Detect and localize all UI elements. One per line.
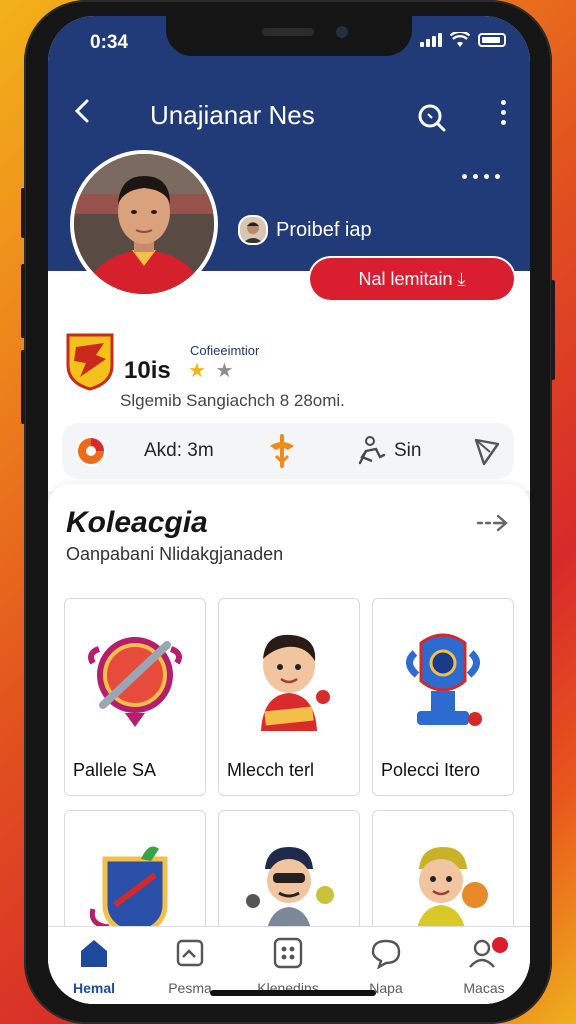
profile-options-icon[interactable] (462, 174, 500, 179)
stat-sin[interactable]: Sin (356, 435, 421, 467)
stats-bar: Akd: 3m Sin (62, 423, 514, 479)
chat-icon (371, 939, 401, 970)
flame-icon (76, 436, 106, 466)
rating-stars: ★ ★ (188, 358, 235, 383)
collection-item[interactable]: Polecci Itero (372, 598, 514, 796)
collection-title: Koleacgia (66, 506, 208, 539)
stat-share[interactable] (472, 436, 502, 466)
back-arrow-icon[interactable] (68, 96, 98, 126)
volume-down-button (21, 350, 25, 424)
battery-icon (478, 33, 506, 47)
more-menu-icon[interactable] (501, 100, 506, 125)
collection-item[interactable]: Pallele SA (64, 598, 206, 796)
collection-item[interactable]: Mlecch terl (218, 598, 360, 796)
club-crest-icon (66, 333, 114, 391)
card-icon (176, 939, 204, 967)
shield-emblem-icon (88, 637, 182, 727)
nav-pesma[interactable]: Pesma (150, 937, 230, 996)
stat-training[interactable] (266, 434, 298, 468)
player-portrait (74, 154, 214, 294)
search-icon[interactable] (416, 102, 448, 139)
stat-activity[interactable]: Akd: 3m (74, 434, 214, 468)
player-figure-icon (261, 634, 330, 731)
category-label: Cofieeimtior (190, 343, 260, 358)
share-icon (474, 438, 500, 466)
collection-item-label: Polecci Itero (381, 760, 481, 780)
figure-icon (358, 436, 386, 465)
notification-badge-icon (492, 937, 508, 953)
stat-sin-label: Sin (394, 440, 422, 461)
arrow-right-icon[interactable] (476, 512, 510, 540)
nav-home-label: Hemal (72, 980, 116, 996)
home-icon (81, 940, 107, 967)
notch (166, 16, 412, 56)
collection-subtitle: Oanpabani Nlidakgjanaden (66, 544, 284, 564)
top-bar: Unajianar Nes (48, 88, 530, 138)
profile-avatar[interactable] (70, 150, 218, 298)
home-indicator (210, 990, 376, 996)
whistle-icon (270, 434, 294, 468)
volume-up-button (21, 264, 25, 338)
collection-item-label: Pallele SA (73, 760, 157, 780)
nav-macas[interactable]: Macas (444, 937, 524, 996)
nav-napa[interactable]: Napa (346, 937, 426, 996)
grid-icon (273, 937, 303, 969)
star-icon: ★ (188, 360, 208, 382)
wifi-icon (450, 32, 470, 47)
nav-klenedins[interactable]: Klenedins (248, 937, 328, 996)
follow-button[interactable]: Nal lemitain ⤓ (310, 258, 514, 300)
stat-activity-label: Akd: 3m (144, 440, 214, 461)
mute-switch (21, 188, 25, 238)
signal-icon (420, 33, 442, 47)
status-time: 0:34 (90, 32, 129, 53)
collection-item-label: Mlecch terl (227, 760, 315, 780)
nav-home[interactable]: Hemal (54, 937, 134, 996)
status-icons (420, 32, 506, 48)
star-empty-icon: ★ (215, 360, 236, 382)
page-title: Unajianar Nes (150, 100, 315, 130)
power-button (551, 280, 555, 380)
player-name: 10is (124, 357, 171, 384)
nav-macas-label: Macas (463, 980, 505, 996)
mini-avatar (238, 215, 268, 245)
trophy-icon (406, 633, 482, 726)
profile-info-card: Cofieeimtior 10is ★ ★ Slgemib Sangiachch… (48, 271, 530, 491)
verified-row: Proibef iap (238, 215, 372, 245)
player-description: Slgemib Sangiachch 8 28omi. (120, 391, 345, 410)
verified-label: Proibef iap (276, 218, 372, 241)
phone-screen: 0:34 Unajianar Nes Proibef iap Nal lemit… (48, 16, 530, 1004)
